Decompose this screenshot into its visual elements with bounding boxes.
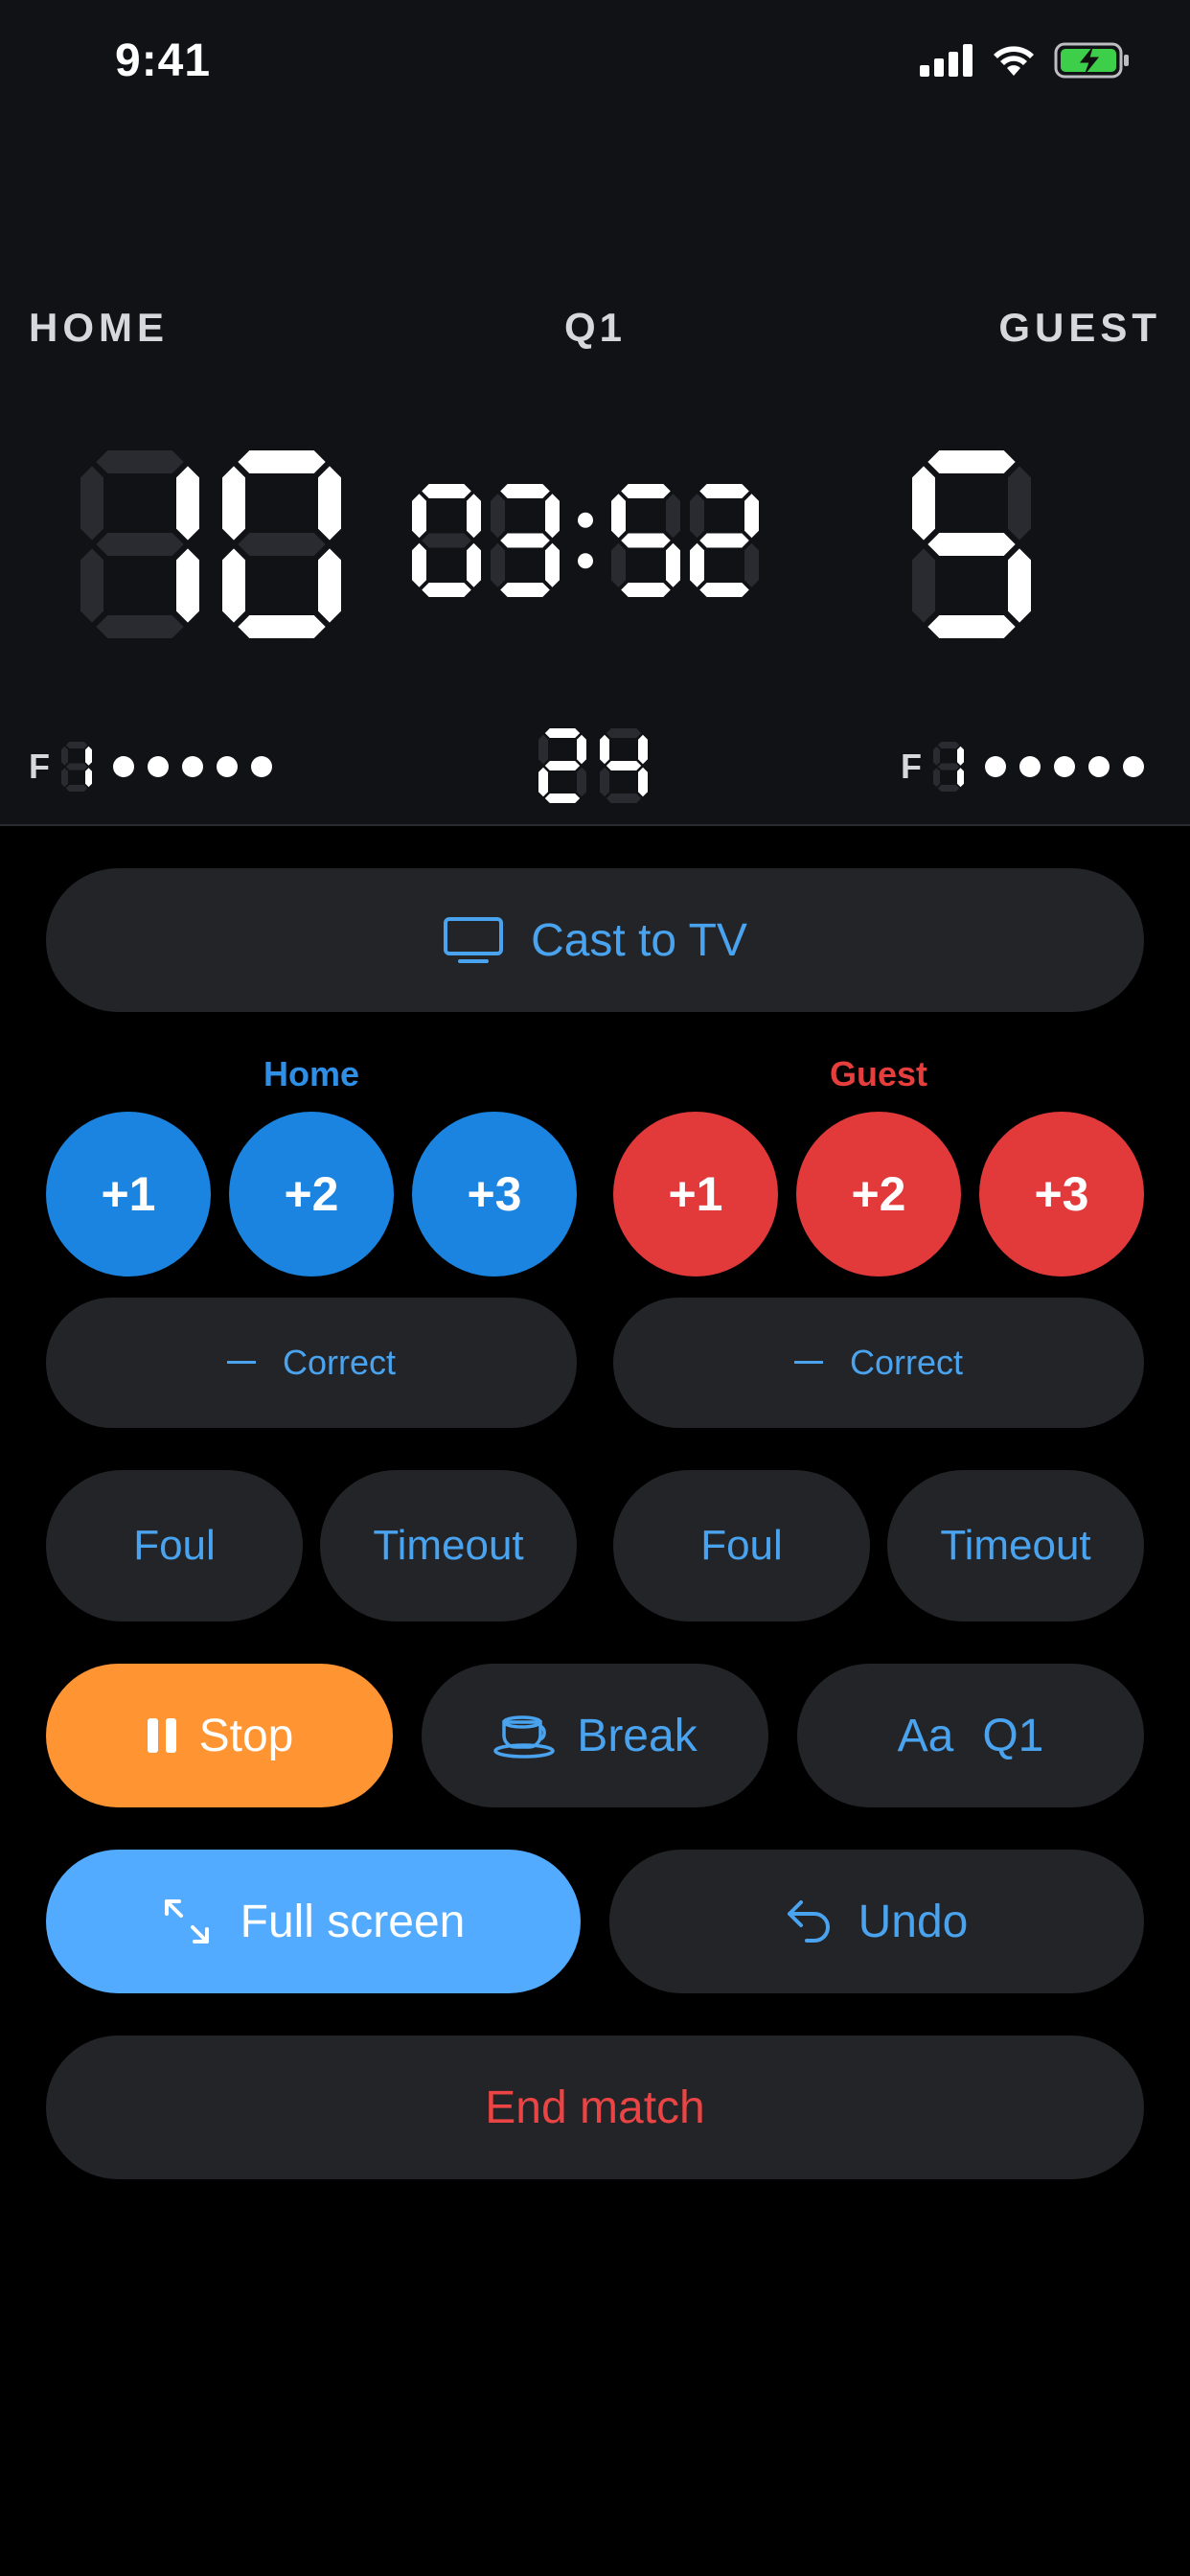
guest-fouls: F (901, 742, 1144, 792)
home-timeout-label: Timeout (373, 1522, 524, 1569)
guest-foul-dot-1 (1019, 756, 1041, 777)
guest-foul-dot-4 (1123, 756, 1144, 777)
period-select-button[interactable]: Aa Q1 (797, 1664, 1144, 1807)
scoreboard: 9:41 HOME Q1 GUEST F F (0, 0, 1190, 826)
guest-foul-label: Foul (700, 1522, 783, 1569)
undo-icon (786, 1898, 834, 1944)
home-correct-button[interactable]: Correct (46, 1298, 577, 1428)
game-clock-digit-4 (690, 484, 759, 597)
guest-plus-2-button[interactable]: +2 (796, 1112, 961, 1276)
home-foul-label: Foul (133, 1522, 216, 1569)
home-fouls-label: F (29, 747, 50, 786)
cast-to-tv-label: Cast to TV (531, 914, 747, 966)
wifi-icon (994, 46, 1034, 76)
shot-clock-display (538, 728, 648, 803)
full-screen-label: Full screen (240, 1896, 466, 1947)
guest-plus-1-button[interactable]: +1 (613, 1112, 778, 1276)
guest-plus-3-button[interactable]: +3 (979, 1112, 1144, 1276)
guest-correct-button[interactable]: Correct (613, 1298, 1144, 1428)
tv-icon (443, 916, 504, 964)
game-clock-digit-0 (412, 484, 481, 597)
minus-icon (226, 1361, 256, 1365)
pause-icon (146, 1716, 178, 1755)
full-screen-button[interactable]: Full screen (46, 1850, 581, 1993)
home-timeout-button[interactable]: Timeout (320, 1470, 577, 1622)
undo-button[interactable]: Undo (609, 1850, 1144, 1993)
home-foul-dot-4 (251, 756, 272, 777)
guest-correct-label: Correct (849, 1343, 964, 1382)
game-clock-digit-3 (611, 484, 680, 597)
cast-to-tv-button[interactable]: Cast to TV (46, 868, 1144, 1012)
guest-foul-dots (985, 756, 1144, 777)
status-icons (920, 42, 1131, 79)
guest-timeout-button[interactable]: Timeout (887, 1470, 1144, 1622)
home-foul-dot-2 (182, 756, 203, 777)
font-size-icon: Aa (897, 1710, 954, 1761)
end-match-button[interactable]: End match (46, 2036, 1144, 2179)
minus-icon (793, 1361, 823, 1365)
home-fouls-count (61, 742, 92, 792)
home-score-digit-1 (222, 450, 341, 638)
guest-foul-dot-0 (985, 756, 1006, 777)
expand-icon (162, 1897, 212, 1946)
guest-fouls-count (933, 742, 964, 792)
guest-timeout-label: Timeout (940, 1522, 1091, 1569)
undo-label: Undo (858, 1896, 969, 1947)
home-correct-label: Correct (282, 1343, 397, 1382)
guest-score-digit-0 (912, 450, 1031, 638)
period-select-label: Q1 (982, 1710, 1044, 1761)
guest-section-label: Guest (829, 1054, 928, 1093)
home-foul-dot-0 (113, 756, 134, 777)
end-match-label: End match (485, 2082, 705, 2133)
guest-foul-button[interactable]: Foul (613, 1470, 870, 1622)
guest-fouls-label: F (901, 747, 922, 786)
signal-icon (920, 44, 973, 77)
home-foul-dot-3 (217, 756, 238, 777)
shot-clock-digit-0 (538, 728, 586, 803)
home-fouls: F (29, 742, 272, 792)
game-clock-digit-1 (491, 484, 560, 597)
home-section-label: Home (263, 1054, 360, 1093)
guest-foul-dot-3 (1088, 756, 1110, 777)
stop-button[interactable]: Stop (46, 1664, 393, 1807)
game-clock-colon (578, 512, 593, 569)
home-foul-dot-1 (148, 756, 169, 777)
home-plus-1-button[interactable]: +1 (46, 1112, 211, 1276)
home-plus-2-button[interactable]: +2 (229, 1112, 394, 1276)
break-button[interactable]: Break (422, 1664, 768, 1807)
home-score-digit-0 (80, 450, 199, 638)
coffee-cup-icon (492, 1713, 556, 1759)
stop-label: Stop (198, 1710, 294, 1761)
battery-charging-icon (1054, 42, 1129, 79)
guest-fouls-digit-0 (933, 742, 964, 792)
home-foul-button[interactable]: Foul (46, 1470, 303, 1622)
guest-foul-dot-2 (1054, 756, 1075, 777)
home-fouls-digit-0 (61, 742, 92, 792)
game-clock-display (412, 484, 759, 597)
status-bar: 9:41 (0, 0, 1190, 134)
status-time: 9:41 (115, 35, 212, 86)
guest-team-label: GUEST (998, 305, 1161, 350)
shot-clock-digit-1 (600, 728, 648, 803)
guest-score-display (912, 450, 1031, 638)
home-plus-3-button[interactable]: +3 (412, 1112, 577, 1276)
home-score-display (80, 450, 341, 638)
break-label: Break (577, 1710, 698, 1761)
home-foul-dots (113, 756, 272, 777)
